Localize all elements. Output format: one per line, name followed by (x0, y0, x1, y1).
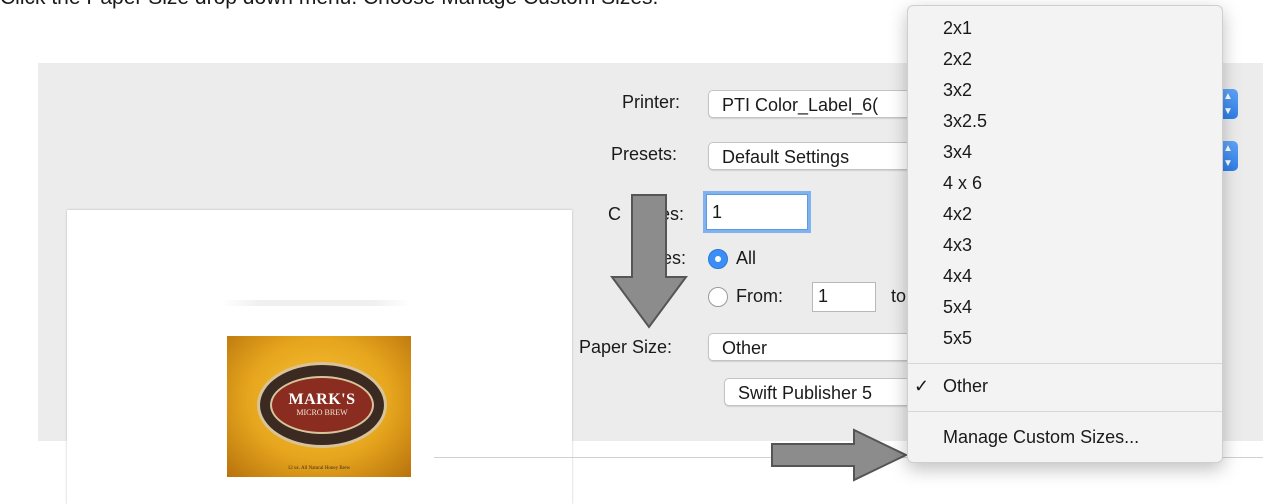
menu-item-4x6[interactable]: 4 x 6 (908, 170, 1222, 196)
presets-label: Presets: (611, 144, 678, 164)
menu-item-5x4[interactable]: 5x4 (908, 294, 1222, 320)
instruction-text: Click the Paper Size drop down menu. Cho… (0, 0, 658, 10)
preview-label-image: MARK'S MICRO BREW 12 oz. All Natural Hon… (227, 336, 411, 477)
pages-from-label[interactable]: From: (736, 286, 783, 307)
preview-faint-line (221, 300, 411, 306)
print-preview: MARK'S MICRO BREW 12 oz. All Natural Hon… (67, 210, 572, 504)
menu-separator-2 (908, 411, 1222, 412)
label-emblem-inner: MARK'S MICRO BREW (270, 376, 374, 434)
label-emblem: MARK'S MICRO BREW (257, 362, 387, 448)
menu-item-2x1[interactable]: 2x1 (908, 15, 1222, 41)
pages-all-label[interactable]: All (736, 248, 756, 269)
printer-label: Printer: (622, 92, 681, 112)
menu-item-4x2[interactable]: 4x2 (908, 201, 1222, 227)
menu-item-3x4[interactable]: 3x4 (908, 139, 1222, 165)
menu-item-manage-custom-sizes[interactable]: Manage Custom Sizes... (908, 424, 1222, 450)
menu-item-4x3[interactable]: 4x3 (908, 232, 1222, 258)
paper-size-label: Paper Size: (579, 337, 673, 357)
checkmark-icon: ✓ (914, 376, 930, 396)
label-title: MARK'S (288, 391, 356, 408)
pages-to-label: to (891, 286, 907, 306)
menu-item-5x5[interactable]: 5x5 (908, 325, 1222, 351)
menu-item-3x2-5[interactable]: 3x2.5 (908, 108, 1222, 134)
pages-from-radio[interactable] (708, 287, 728, 307)
menu-item-other[interactable]: ✓ Other (908, 373, 1222, 399)
menu-separator (908, 363, 1222, 364)
right-arrow-icon (771, 428, 908, 482)
pages-from-field[interactable]: 1 (812, 282, 876, 312)
pages-all-radio[interactable] (708, 249, 728, 269)
label-subtitle: MICRO BREW (296, 408, 348, 417)
copies-field[interactable]: 1 (706, 194, 808, 230)
label-footer: 12 oz. All Natural Honey Brew (287, 466, 351, 471)
menu-item-other-label: Other (943, 376, 989, 396)
down-arrow-icon (610, 194, 688, 329)
paper-size-menu: 2x1 2x2 3x2 3x2.5 3x4 4 x 6 4x2 4x3 4x4 … (907, 5, 1223, 463)
menu-item-2x2[interactable]: 2x2 (908, 46, 1222, 72)
menu-item-3x2[interactable]: 3x2 (908, 77, 1222, 103)
menu-item-4x4[interactable]: 4x4 (908, 263, 1222, 289)
